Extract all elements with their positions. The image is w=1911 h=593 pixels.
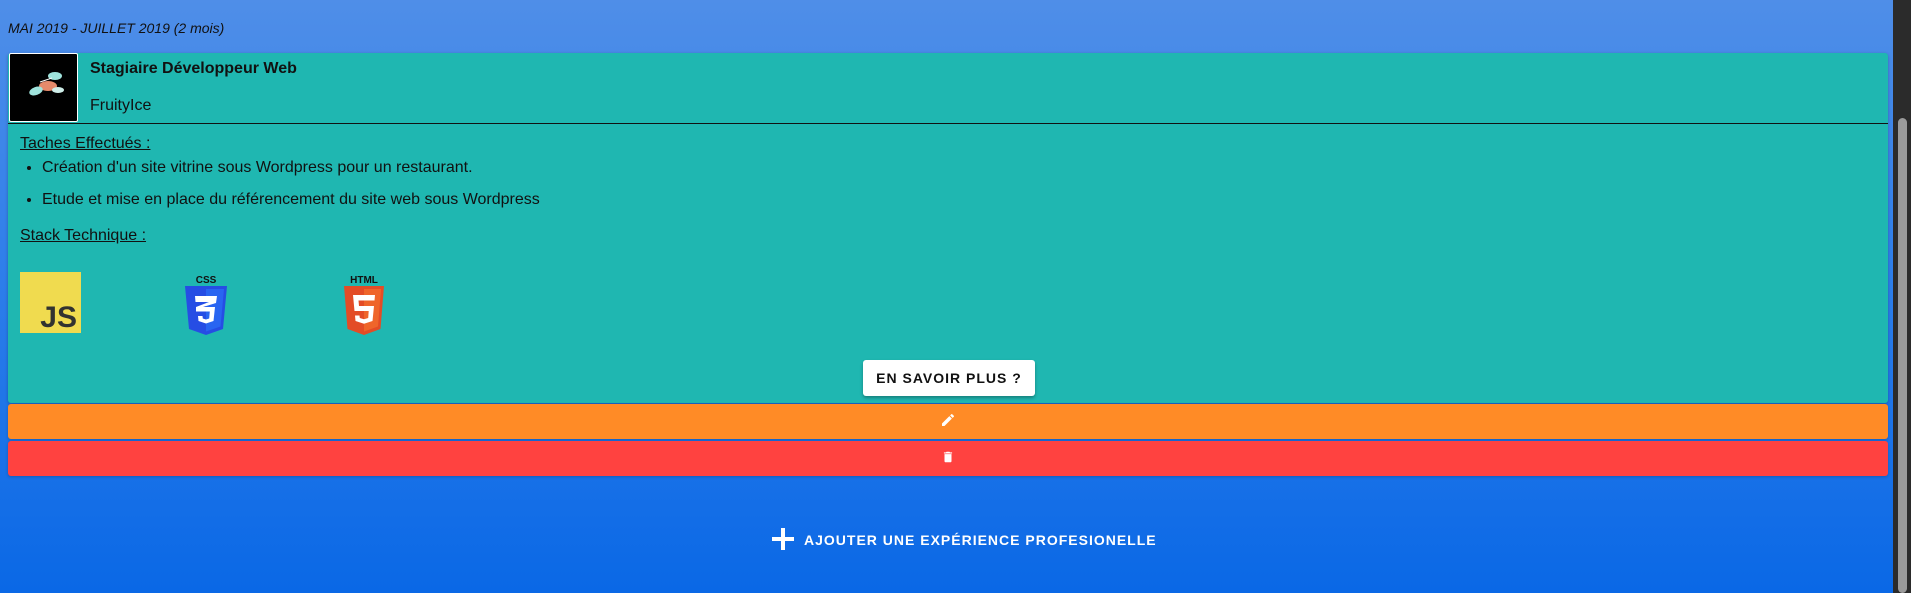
job-title: Stagiaire Développeur Web	[90, 60, 297, 77]
tasks-list: Création d'un site vitrine sous Wordpres…	[20, 159, 540, 223]
javascript-icon: JS	[20, 272, 81, 338]
pencil-icon	[940, 412, 956, 431]
css3-icon: CSS	[183, 274, 229, 341]
company-logo	[9, 53, 78, 122]
scrollbar-thumb[interactable]	[1898, 118, 1907, 593]
plus-icon	[770, 526, 796, 555]
experience-card: Stagiaire Développeur Web FruityIce Tach…	[8, 53, 1888, 403]
tasks-label: Taches Effectués :	[20, 135, 151, 152]
divider	[8, 123, 1888, 124]
list-item: Création d'un site vitrine sous Wordpres…	[42, 159, 540, 177]
experience-date-range: MAI 2019 - JUILLET 2019 (2 mois)	[8, 20, 225, 36]
css-logo-text: CSS	[196, 275, 217, 286]
js-logo-text: JS	[40, 301, 77, 333]
list-item: Etude et mise en place du référencement …	[42, 191, 540, 209]
html5-icon: HTML	[342, 274, 386, 341]
delete-experience-button[interactable]	[8, 441, 1888, 476]
edit-experience-button[interactable]	[8, 404, 1888, 439]
learn-more-button[interactable]: EN SAVOIR PLUS ?	[863, 360, 1035, 396]
html-logo-text: HTML	[350, 275, 378, 286]
company-name: FruityIce	[90, 97, 152, 114]
add-experience-label: AJOUTER UNE EXPÉRIENCE PROFESIONELLE	[804, 532, 1157, 548]
trash-icon	[941, 449, 955, 468]
stack-label: Stack Technique :	[20, 227, 147, 244]
add-experience-button[interactable]: AJOUTER UNE EXPÉRIENCE PROFESIONELLE	[760, 521, 1167, 559]
